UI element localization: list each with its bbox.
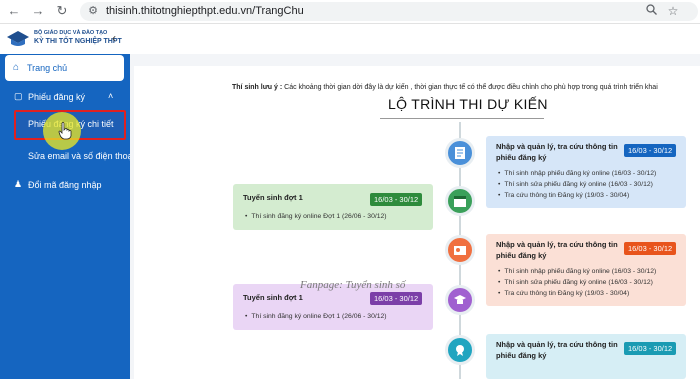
- collapse-sidebar-icon[interactable]: ‹: [112, 31, 116, 45]
- zoom-icon[interactable]: [644, 4, 658, 18]
- sidebar-item-change-password[interactable]: ♟ Đổi mã đăng nhập: [0, 175, 130, 195]
- sidebar-item-label: Trang chủ: [27, 63, 68, 73]
- card-title: phiếu đăng ký: [496, 153, 547, 162]
- card-list: Thí sinh đăng ký online Đợt 1 (26/06 - 3…: [245, 211, 386, 222]
- sidebar: ⌂ Trang chủ ▢ Phiếu đăng ký ˄ Phiếu đăng…: [0, 54, 135, 379]
- list-item: Thí sinh sửa phiếu đăng ký online (16/03…: [498, 179, 656, 190]
- browser-toolbar: ← → ↻ ⚙ thisinh.thitotnghiepthpt.edu.vn/…: [0, 0, 700, 24]
- card-title: Tuyển sinh đợt 1: [243, 293, 303, 302]
- sidebar-item-label: Đổi mã đăng nhập: [28, 180, 102, 190]
- card-title: Nhập và quản lý, tra cứu thông tin: [496, 142, 618, 151]
- calendar-icon: [445, 186, 475, 216]
- notice-text: Thí sinh lưu ý : Các khoảng thời gian dờ…: [232, 84, 658, 91]
- card-list: Thí sinh nhập phiếu đăng ký online (16/0…: [498, 266, 656, 299]
- star-icon[interactable]: ☆: [666, 4, 680, 18]
- list-item: Thí sinh đăng ký online Đợt 1 (26/06 - 3…: [245, 311, 386, 322]
- graduation-icon: [445, 285, 475, 315]
- document-icon: [445, 138, 475, 168]
- card-title: phiếu đăng ký: [496, 351, 547, 360]
- card-title: Tuyển sinh đợt 1: [243, 193, 303, 202]
- card-title: phiếu đăng ký: [496, 251, 547, 260]
- forward-icon[interactable]: →: [30, 3, 46, 19]
- list-item: Thí sinh đăng ký online Đợt 1 (26/06 - 3…: [245, 211, 386, 222]
- sidebar-item-registration[interactable]: ▢ Phiếu đăng ký ˄: [0, 87, 130, 107]
- date-badge: 16/03 - 30/12: [370, 292, 423, 305]
- back-icon[interactable]: ←: [6, 3, 22, 19]
- chevron-up-icon: ˄: [108, 91, 114, 101]
- date-badge: 16/03 - 30/12: [370, 193, 423, 206]
- logo-ministry-text: BỘ GIÁO DỤC VÀ ĐÀO TẠO: [34, 30, 108, 36]
- sidebar-item-label: Sửa email và số điện thoại: [28, 151, 135, 161]
- list-item: Thí sinh sửa phiếu đăng ký online (16/03…: [498, 277, 656, 288]
- card-list: Thí sinh đăng ký online Đợt 1 (26/06 - 3…: [245, 311, 386, 322]
- mortarboard-logo-icon: [7, 31, 29, 46]
- timeline-card: Nhập và quản lý, tra cứu thông tin phiếu…: [486, 234, 686, 306]
- sidebar-item-home[interactable]: ⌂ Trang chủ: [5, 55, 124, 81]
- reload-icon[interactable]: ↻: [54, 3, 70, 19]
- timeline-card: Nhập và quản lý, tra cứu thông tin phiếu…: [486, 334, 686, 379]
- address-bar[interactable]: ⚙ thisinh.thitotnghiepthpt.edu.vn/TrangC…: [80, 2, 698, 21]
- card-list: Thí sinh nhập phiếu đăng ký online (16/0…: [498, 168, 656, 201]
- list-item: Thí sinh nhập phiếu đăng ký online (16/0…: [498, 168, 656, 179]
- date-badge: 16/03 - 30/12: [624, 342, 677, 355]
- sidebar-item-label: Phiếu đăng ký: [28, 92, 86, 102]
- hand-cursor-icon: [58, 122, 72, 140]
- card-title: Nhập và quản lý, tra cứu thông tin: [496, 340, 618, 349]
- timeline-card: Tuyển sinh đợt 1 16/03 - 30/12 Thí sinh …: [233, 184, 433, 230]
- home-icon: ⌂: [13, 62, 20, 73]
- url-text[interactable]: thisinh.thitotnghiepthpt.edu.vn/TrangChu: [106, 5, 304, 17]
- site-settings-icon[interactable]: ⚙: [86, 4, 100, 18]
- notice-label: Thí sinh lưu ý :: [232, 84, 283, 91]
- header-logo[interactable]: BỘ GIÁO DỤC VÀ ĐÀO TẠO KỲ THI TỐT NGHIỆP…: [0, 24, 130, 54]
- date-badge: 16/03 - 30/12: [624, 144, 677, 157]
- card-title: Nhập và quản lý, tra cứu thông tin: [496, 240, 618, 249]
- date-badge: 16/03 - 30/12: [624, 242, 677, 255]
- list-item: Thí sinh nhập phiếu đăng ký online (16/0…: [498, 266, 656, 277]
- timeline-card: Nhập và quản lý, tra cứu thông tin phiếu…: [486, 136, 686, 208]
- user-icon: ♟: [14, 179, 23, 189]
- folder-icon: ▢: [14, 91, 23, 101]
- medal-icon: [445, 335, 475, 365]
- logo-exam-text: KỲ THI TỐT NGHIỆP THPT: [34, 38, 122, 45]
- page-title: LỘ TRÌNH THI DỰ KIẾN: [388, 96, 548, 112]
- list-item: Tra cứu thông tin Đăng ký (19/03 - 30/04…: [498, 190, 656, 201]
- title-divider: [380, 118, 544, 119]
- list-item: Tra cứu thông tin Đăng ký (19/03 - 30/04…: [498, 288, 656, 299]
- notice-body: Các khoảng thời gian dời đây là dự kiến …: [282, 84, 658, 91]
- id-card-icon: [445, 235, 475, 265]
- watermark-text: Fanpage: Tuyển sinh số: [300, 279, 406, 291]
